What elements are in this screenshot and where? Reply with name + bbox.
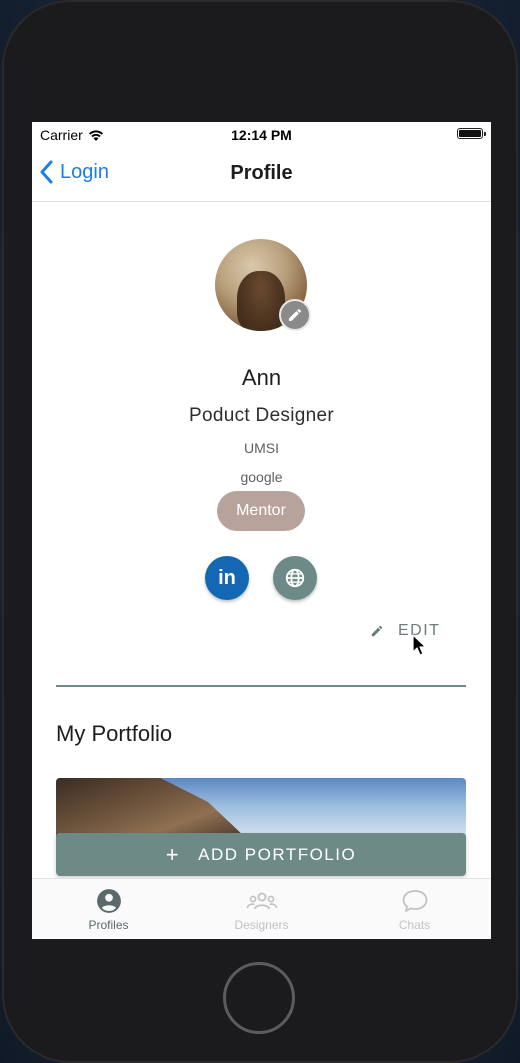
profile-name: Ann <box>241 365 282 390</box>
avatar-photo <box>237 271 285 331</box>
tab-profiles[interactable]: Profiles <box>32 879 185 939</box>
tab-profiles-label: Profiles <box>88 918 129 932</box>
navigation-bar: Login Profile <box>32 148 491 202</box>
avatar-container <box>215 239 311 331</box>
tab-designers-label: Designers <box>234 918 289 932</box>
tab-designers[interactable]: Designers <box>185 879 338 939</box>
phone-frame: Carrier 12:14 PM Login Profile Ann Poduc… <box>2 0 518 1063</box>
tab-bar: Profiles Designers Chats <box>32 878 491 939</box>
status-time: 12:14 PM <box>231 127 292 143</box>
add-portfolio-label: ADD PORTFOLIO <box>198 844 357 864</box>
tab-chats[interactable]: Chats <box>338 879 491 939</box>
linkedin-button[interactable]: in <box>205 556 249 600</box>
plus-icon: + <box>165 841 181 867</box>
portfolio-title: My Portfolio <box>56 721 173 746</box>
profile-company: google <box>240 469 283 485</box>
pencil-icon <box>371 625 383 637</box>
battery-icon <box>457 128 486 139</box>
pencil-icon <box>289 308 302 321</box>
mentor-badge: Mentor <box>217 491 305 531</box>
profile-role: Poduct Designer <box>189 405 334 426</box>
background: Carrier 12:14 PM Login Profile Ann Poduc… <box>0 0 520 1063</box>
home-button[interactable] <box>223 962 295 1034</box>
edit-label: EDIT <box>398 622 441 639</box>
edit-profile-button[interactable]: EDIT <box>370 622 440 640</box>
linkedin-icon: in <box>218 566 236 589</box>
website-button[interactable] <box>273 556 317 600</box>
tab-chats-label: Chats <box>398 918 431 932</box>
battery-level <box>459 130 481 137</box>
portfolio-image[interactable] <box>56 778 466 838</box>
account-circle-icon <box>96 889 121 913</box>
section-divider <box>56 685 466 687</box>
add-portfolio-button[interactable]: + ADD PORTFOLIO <box>56 833 466 876</box>
profile-school: UMSI <box>244 440 279 456</box>
people-group-icon <box>246 892 277 910</box>
page-title: Profile <box>230 162 293 184</box>
status-bar: Carrier 12:14 PM <box>32 122 491 148</box>
chat-bubble-icon <box>402 890 427 912</box>
edit-avatar-button[interactable] <box>279 299 311 331</box>
portfolio-photo-rock <box>56 778 246 838</box>
app-screen: Carrier 12:14 PM Login Profile Ann Poduc… <box>32 122 491 939</box>
globe-icon <box>285 568 305 588</box>
